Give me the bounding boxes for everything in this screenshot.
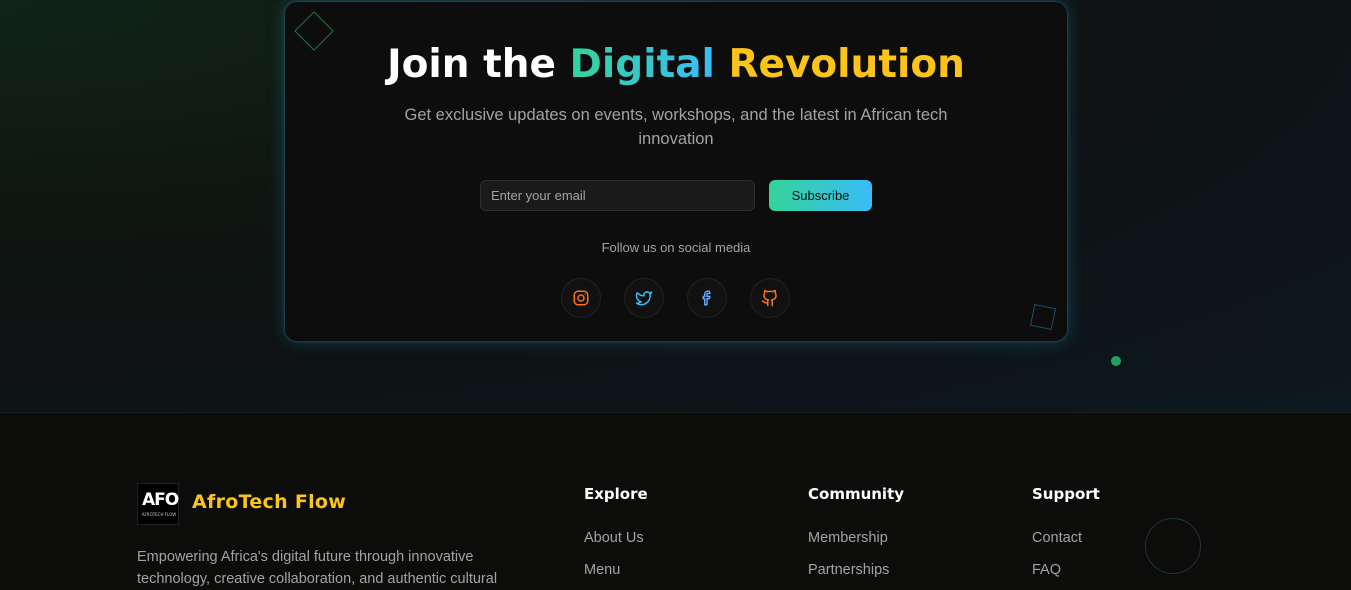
- subscribe-button[interactable]: Subscribe: [769, 180, 872, 211]
- brand-logo[interactable]: AFO AFROTECH FLOW: [137, 483, 179, 525]
- membership-link[interactable]: Membership: [808, 530, 888, 546]
- contact-link[interactable]: Contact: [1032, 530, 1082, 546]
- logo-mark-text: AFO: [142, 490, 179, 510]
- partnerships-link[interactable]: Partnerships: [808, 562, 889, 578]
- faq-link[interactable]: FAQ: [1032, 562, 1061, 578]
- title-part-2: Digital: [569, 42, 715, 87]
- support-heading: Support: [1032, 485, 1100, 503]
- community-heading: Community: [808, 485, 905, 503]
- email-input[interactable]: [480, 180, 755, 211]
- github-icon: [761, 289, 777, 307]
- decorative-dot: [1111, 356, 1121, 366]
- logo-small-text: AFROTECH FLOW: [141, 512, 177, 517]
- instagram-link[interactable]: [561, 278, 601, 318]
- menu-link[interactable]: Menu: [584, 562, 620, 578]
- decorative-square: [1029, 303, 1057, 331]
- brand-tagline: Empowering Africa's digital future throu…: [137, 549, 498, 587]
- github-link[interactable]: [750, 278, 790, 318]
- title-part-3: Revolution: [714, 42, 965, 87]
- instagram-icon: [573, 290, 589, 306]
- follow-text: Follow us on social media: [601, 240, 751, 255]
- floating-circle-button[interactable]: [1145, 518, 1201, 574]
- brand-name[interactable]: AfroTech Flow: [192, 491, 346, 513]
- explore-heading: Explore: [584, 485, 648, 503]
- twitter-link[interactable]: [624, 278, 664, 318]
- about-us-link[interactable]: About Us: [584, 530, 644, 546]
- title-part-1: Join the: [387, 42, 570, 87]
- newsletter-subtitle: Get exclusive updates on events, worksho…: [404, 106, 948, 148]
- facebook-icon: [702, 290, 711, 306]
- newsletter-title: Join the Digital Revolution: [285, 42, 1067, 87]
- facebook-link[interactable]: [687, 278, 727, 318]
- page: Join the Digital Revolution Get exclusiv…: [0, 0, 1351, 590]
- twitter-icon: [635, 291, 653, 306]
